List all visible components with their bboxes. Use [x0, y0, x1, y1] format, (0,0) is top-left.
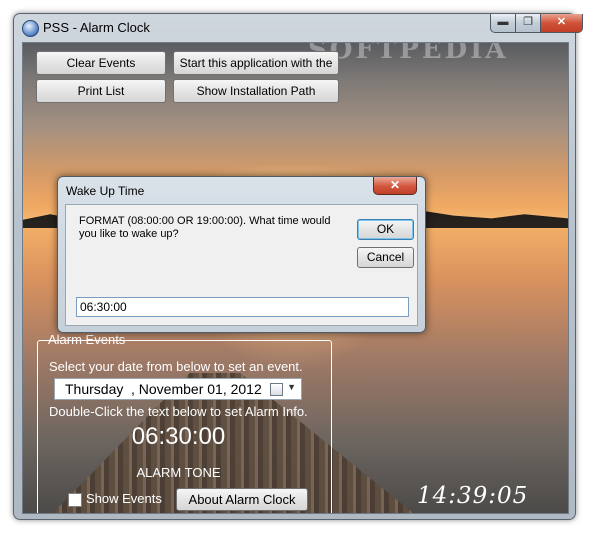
- clear-events-button[interactable]: Clear Events: [36, 51, 166, 75]
- cancel-button[interactable]: Cancel: [357, 247, 414, 268]
- date-value: , November 01, 2012: [131, 381, 262, 397]
- dialog-prompt: FORMAT (08:00:00 OR 19:00:00). What time…: [79, 215, 331, 240]
- wake-up-time-input[interactable]: [76, 297, 409, 317]
- current-time-clock: 14:39:05: [417, 483, 529, 509]
- app-icon: [22, 20, 39, 37]
- window-title: PSS - Alarm Clock: [43, 20, 150, 35]
- show-events-label[interactable]: Show Events: [86, 491, 162, 506]
- select-date-instruction: Select your date from below to set an ev…: [49, 359, 303, 374]
- maximize-button[interactable]: ❐: [515, 14, 541, 33]
- event-date-picker[interactable]: Thursday , November 01, 2012 ▼: [54, 378, 302, 400]
- date-day: Thursday: [65, 381, 124, 397]
- close-button[interactable]: ✕: [540, 14, 583, 33]
- chevron-down-icon[interactable]: ▼: [287, 382, 296, 392]
- dialog-body: FORMAT (08:00:00 OR 19:00:00). What time…: [65, 204, 418, 326]
- alarm-events-group-title: Alarm Events: [48, 332, 126, 347]
- double-click-instruction: Double-Click the text below to set Alarm…: [49, 404, 308, 419]
- ok-button[interactable]: OK: [357, 219, 414, 240]
- title-bar[interactable]: PSS - Alarm Clock ▬ ❐ ✕: [14, 14, 583, 42]
- alarm-events-group: Alarm Events Select your date from below…: [37, 332, 332, 513]
- show-events-checkbox[interactable]: [68, 493, 82, 507]
- dialog-close-button[interactable]: ✕: [373, 177, 417, 195]
- alarm-tone-label[interactable]: ALARM TONE: [38, 465, 319, 480]
- dialog-title: Wake Up Time: [66, 184, 145, 198]
- print-list-button[interactable]: Print List: [36, 79, 166, 103]
- about-button[interactable]: About Alarm Clock: [176, 488, 308, 511]
- start-with-pc-button[interactable]: Start this application with the PC: [173, 51, 339, 92]
- show-installation-path-button[interactable]: Show Installation Path: [173, 79, 339, 103]
- calendar-icon[interactable]: [270, 383, 283, 396]
- minimize-button[interactable]: ▬: [490, 14, 516, 33]
- alarm-time-label[interactable]: 06:30:00: [38, 423, 319, 451]
- wake-up-time-dialog: Wake Up Time ✕ FORMAT (08:00:00 OR 19:00…: [57, 176, 426, 333]
